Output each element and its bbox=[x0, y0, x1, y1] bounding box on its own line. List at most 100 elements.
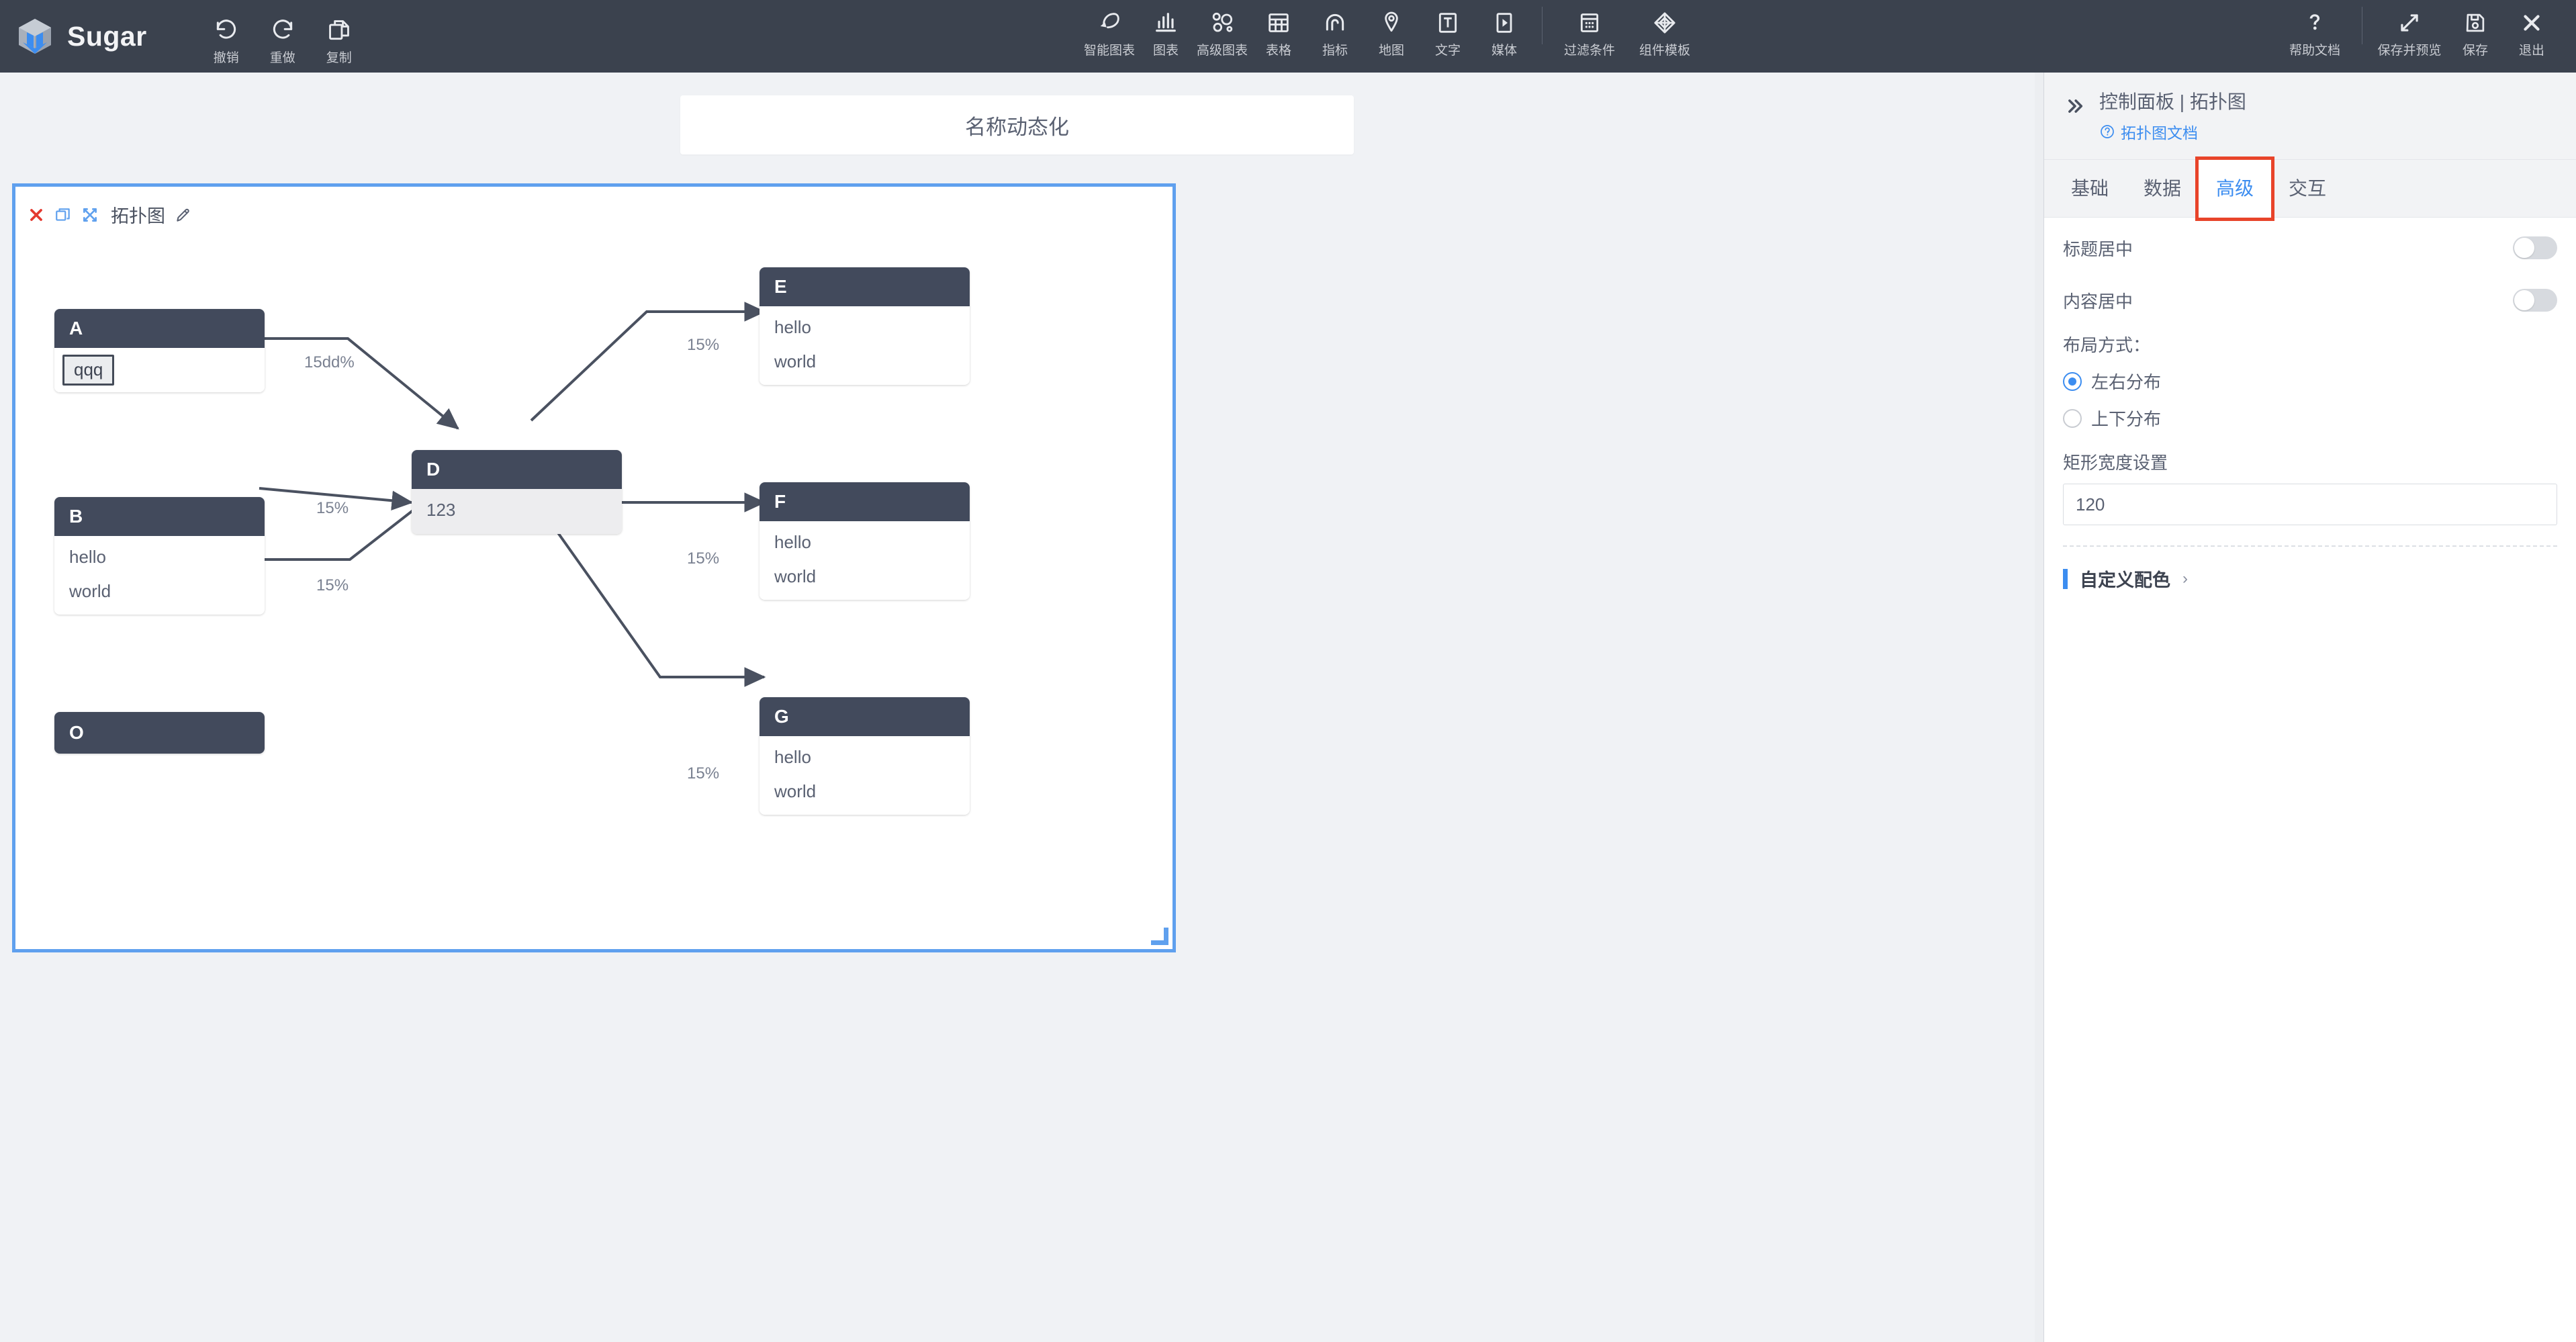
chart-icon bbox=[1152, 9, 1179, 36]
smart-chart-icon bbox=[1096, 9, 1123, 36]
control-panel-header: 控制面板 | 拓扑图 拓扑图文档 bbox=[2044, 73, 2576, 160]
title-text-widget[interactable]: 名称动态化 bbox=[680, 95, 1354, 154]
help-doc-button[interactable]: 帮助文档 bbox=[2277, 0, 2352, 58]
topology-node-d-row-0: 123 bbox=[426, 500, 456, 520]
undo-icon bbox=[214, 17, 239, 44]
topology-widget[interactable]: 拓扑图 15dd% 15% 15% 15% 15% 15% A qqq B he… bbox=[12, 183, 1176, 952]
map-button[interactable]: 地图 bbox=[1363, 0, 1420, 58]
toolbar-divider bbox=[1542, 7, 1543, 44]
save-label: 保存 bbox=[2462, 44, 2488, 58]
component-template-label: 组件模板 bbox=[1639, 44, 1690, 58]
rect-width-input[interactable] bbox=[2063, 484, 2557, 525]
title-center-label: 标题居中 bbox=[2063, 238, 2133, 259]
save-button[interactable]: 保存 bbox=[2447, 0, 2503, 58]
edge-label-o-d: 15% bbox=[316, 576, 349, 594]
topology-node-e-title: E bbox=[760, 267, 970, 306]
component-template-icon bbox=[1651, 9, 1678, 36]
text-label: 文字 bbox=[1434, 44, 1461, 58]
table-button[interactable]: 表格 bbox=[1250, 0, 1307, 58]
undo-label: 撤销 bbox=[213, 50, 239, 65]
redo-button[interactable]: 重做 bbox=[255, 7, 311, 66]
panel-scroll-rail[interactable] bbox=[2035, 73, 2044, 1342]
advanced-chart-button[interactable]: 高级图表 bbox=[1194, 0, 1250, 58]
metric-button[interactable]: 指标 bbox=[1307, 0, 1363, 58]
table-icon bbox=[1265, 9, 1292, 36]
custom-color-section[interactable]: 自定义配色 › bbox=[2063, 566, 2557, 592]
topology-node-a-title: A bbox=[54, 309, 265, 348]
media-label: 媒体 bbox=[1491, 44, 1517, 58]
layout-option-horizontal-label: 左右分布 bbox=[2091, 372, 2162, 392]
topology-node-f-body: hello world bbox=[760, 521, 970, 600]
map-label: 地图 bbox=[1378, 44, 1404, 58]
redo-icon bbox=[270, 17, 295, 44]
help-doc-label: 帮助文档 bbox=[2289, 44, 2340, 58]
topology-node-o[interactable]: O bbox=[54, 712, 265, 754]
tab-basic[interactable]: 基础 bbox=[2054, 160, 2126, 218]
tab-advanced[interactable]: 高级 bbox=[2195, 156, 2275, 221]
edge-label-b-d: 15% bbox=[316, 499, 349, 517]
custom-color-label: 自定义配色 bbox=[2080, 570, 2170, 590]
save-and-preview-button[interactable]: 保存并预览 bbox=[2372, 0, 2447, 58]
edge-label-d-f: 15% bbox=[687, 549, 720, 568]
copy-label: 复制 bbox=[326, 50, 352, 65]
copy-button[interactable]: 复制 bbox=[311, 7, 367, 66]
topology-node-a-body: qqq bbox=[54, 348, 265, 392]
filter-button[interactable]: 过滤条件 bbox=[1552, 0, 1627, 58]
topology-node-e[interactable]: E hello world bbox=[760, 267, 970, 386]
layout-option-vertical-radio[interactable] bbox=[2063, 408, 2082, 428]
layout-option-vertical[interactable]: 上下分布 bbox=[2063, 406, 2557, 431]
topology-graph[interactable]: 15dd% 15% 15% 15% 15% 15% A qqq B hello … bbox=[15, 187, 1172, 949]
content-center-toggle[interactable] bbox=[2513, 289, 2557, 312]
tab-data[interactable]: 数据 bbox=[2126, 160, 2199, 218]
topology-node-d[interactable]: D 123 bbox=[412, 450, 622, 534]
topology-node-e-row-0: hello bbox=[774, 317, 811, 337]
brand-name: Sugar bbox=[67, 20, 147, 52]
topology-node-b[interactable]: B hello world bbox=[54, 497, 265, 615]
edge-label-d-e: 15% bbox=[687, 336, 720, 354]
text-button[interactable]: 文字 bbox=[1420, 0, 1476, 58]
metric-icon bbox=[1322, 9, 1348, 36]
chart-button[interactable]: 图表 bbox=[1138, 0, 1194, 58]
close-icon bbox=[2519, 9, 2544, 36]
double-chevron-right-icon[interactable] bbox=[2063, 97, 2087, 116]
tab-interaction[interactable]: 交互 bbox=[2271, 160, 2344, 218]
chart-label: 图表 bbox=[1152, 44, 1179, 58]
title-center-toggle[interactable] bbox=[2513, 236, 2557, 259]
toolbar-left-group: 撤销 重做 复制 bbox=[198, 7, 367, 66]
text-icon bbox=[1434, 9, 1461, 36]
topology-node-f-title: F bbox=[760, 482, 970, 521]
topology-node-a-edit-input[interactable]: qqq bbox=[62, 355, 115, 386]
rect-width-label: 矩形宽度设置 bbox=[2063, 453, 2168, 473]
topology-doc-link[interactable]: 拓扑图文档 bbox=[2099, 120, 2576, 143]
component-template-button[interactable]: 组件模板 bbox=[1627, 0, 1702, 58]
exit-button[interactable]: 退出 bbox=[2503, 0, 2560, 58]
topology-node-e-row-1: world bbox=[774, 351, 817, 371]
chevron-right-icon: › bbox=[2182, 569, 2188, 588]
topology-node-b-row-0: hello bbox=[69, 547, 106, 567]
topology-node-o-title: O bbox=[54, 712, 265, 754]
widget-resize-handle[interactable] bbox=[1151, 928, 1168, 945]
control-panel-body: 标题居中 内容居中 布局方式： 左右分布 上下分布 矩形宽度设置 自定义配色 bbox=[2044, 226, 2576, 592]
topology-node-b-row-1: world bbox=[69, 580, 111, 601]
advanced-chart-icon bbox=[1209, 9, 1236, 36]
dashboard-canvas[interactable]: 名称动态化 拓扑图 15dd% 15% 15% 15% 15% 15% A qq… bbox=[0, 73, 2035, 1342]
toolbar-center-group: 智能图表 图表 高级图表 表格 指标 地图 文字 媒体 过滤条件 组件模板 bbox=[1081, 0, 1702, 58]
topology-doc-link-label: 拓扑图文档 bbox=[2121, 124, 2198, 142]
content-center-label: 内容居中 bbox=[2063, 291, 2133, 312]
undo-button[interactable]: 撤销 bbox=[198, 7, 255, 66]
topology-node-g[interactable]: G hello world bbox=[760, 697, 970, 815]
media-button[interactable]: 媒体 bbox=[1476, 0, 1532, 58]
topology-node-g-row-1: world bbox=[774, 780, 817, 801]
topology-node-f[interactable]: F hello world bbox=[760, 482, 970, 600]
title-text-widget-label: 名称动态化 bbox=[965, 115, 1069, 139]
smart-chart-button[interactable]: 智能图表 bbox=[1081, 0, 1138, 58]
save-and-preview-label: 保存并预览 bbox=[2377, 44, 2442, 58]
topology-node-f-row-0: hello bbox=[774, 532, 811, 552]
filter-label: 过滤条件 bbox=[1563, 44, 1615, 58]
redo-label: 重做 bbox=[269, 50, 295, 65]
layout-mode-label: 布局方式： bbox=[2063, 335, 2151, 355]
layout-option-horizontal[interactable]: 左右分布 bbox=[2063, 369, 2557, 394]
topology-node-a[interactable]: A qqq bbox=[54, 309, 265, 392]
topology-node-b-body: hello world bbox=[54, 536, 265, 615]
layout-option-horizontal-radio[interactable] bbox=[2063, 371, 2082, 391]
